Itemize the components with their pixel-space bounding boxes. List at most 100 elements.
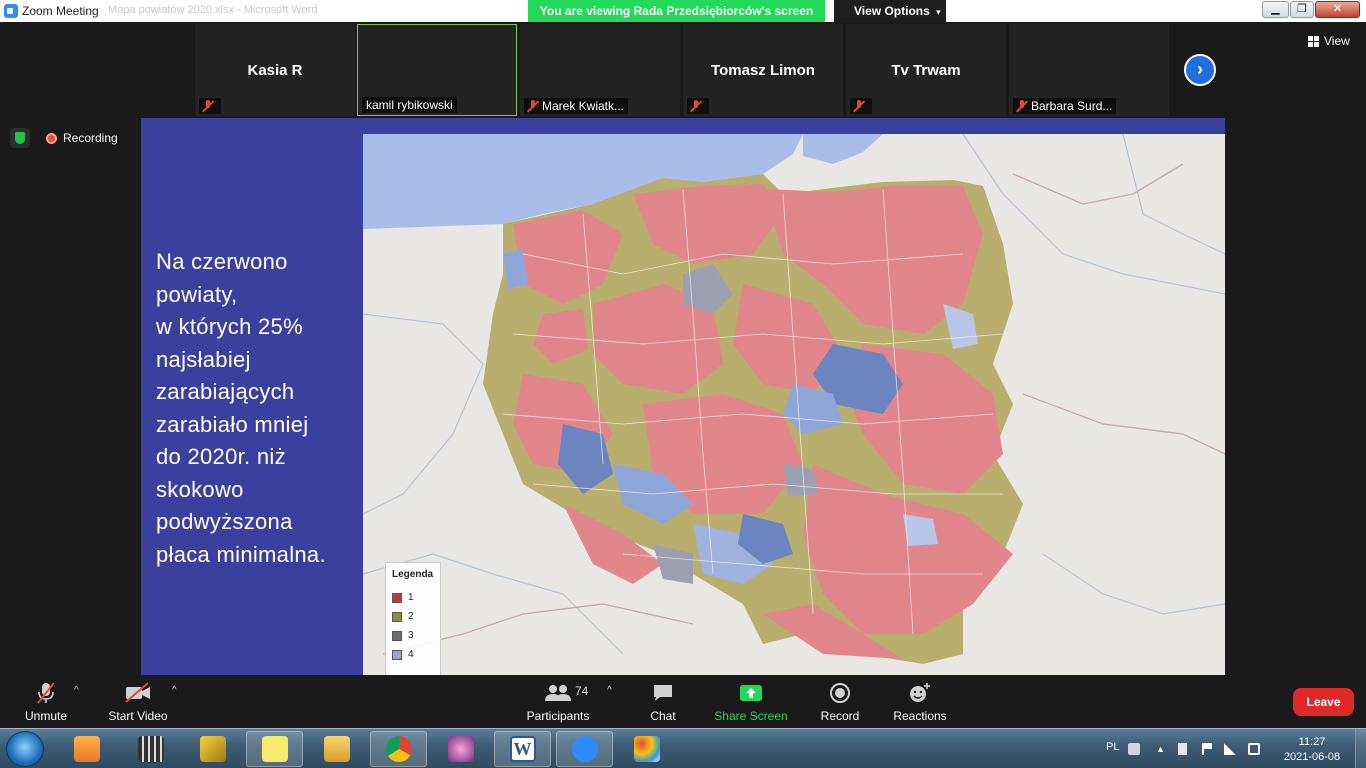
mic-muted-icon xyxy=(20,681,72,705)
participant-footer: kamil rybikowski xyxy=(362,97,457,113)
paint-palette-icon xyxy=(633,736,660,762)
participant-tile[interactable]: Barbara Surd... xyxy=(1009,24,1169,116)
action-center-flag-icon[interactable] xyxy=(1202,743,1212,755)
participant-name: Tv Trwam xyxy=(891,62,961,79)
media-player-icon xyxy=(73,736,100,762)
taskbar-sticky-notes[interactable] xyxy=(246,731,303,767)
reactions-smiley-icon xyxy=(892,681,948,705)
input-language-indicator[interactable]: PL xyxy=(1106,741,1119,753)
slide-text: Na czerwono powiaty, w których 25% najsł… xyxy=(156,249,326,567)
share-screen-icon xyxy=(714,681,788,705)
taskbar-chrome[interactable] xyxy=(370,731,427,767)
taskbar-file-explorer[interactable] xyxy=(308,731,365,767)
poland-county-map: Legenda 1 2 3 4 xyxy=(363,134,1225,675)
legend-item: 4 xyxy=(392,645,434,664)
legend-swatch xyxy=(392,630,402,641)
participants-count: 74 xyxy=(575,684,589,698)
legend-label: 1 xyxy=(408,592,414,603)
participant-footer: Barbara Surd... xyxy=(1013,98,1117,114)
view-layout-button[interactable]: View xyxy=(1308,34,1350,48)
show-desktop-button[interactable] xyxy=(1355,729,1366,768)
share-screen-label: Share Screen xyxy=(714,709,788,723)
system-clock[interactable]: 11:27 2021-06-08 xyxy=(1281,735,1343,765)
record-icon xyxy=(818,681,862,705)
mic-muted-icon xyxy=(1017,99,1027,113)
close-button[interactable]: ✕ xyxy=(1315,1,1360,18)
sticky-notes-icon xyxy=(261,736,288,762)
shared-screen: Na czerwono powiaty, w których 25% najsł… xyxy=(141,118,1225,675)
legend-label: 3 xyxy=(408,630,414,641)
grid-view-icon xyxy=(1308,35,1319,47)
zoom-logo-icon xyxy=(4,4,18,18)
map-legend: Legenda 1 2 3 4 xyxy=(385,562,441,675)
video-options-caret[interactable]: ^ xyxy=(172,685,177,696)
minimize-button[interactable]: ▁ xyxy=(1262,1,1289,18)
tray-expand-icon[interactable]: ▲ xyxy=(1156,743,1168,755)
taskbar-word[interactable]: W xyxy=(494,731,551,767)
reactions-button[interactable]: Reactions xyxy=(892,681,948,723)
participant-tile[interactable]: Tomasz Limon xyxy=(683,24,843,116)
folder-icon xyxy=(323,736,350,762)
start-video-button[interactable]: Start Video xyxy=(106,681,170,723)
legend-title: Legenda xyxy=(392,569,434,580)
chrome-icon xyxy=(385,736,412,762)
record-button[interactable]: Record xyxy=(818,681,862,723)
record-label: Record xyxy=(820,709,860,723)
usb-device-icon[interactable] xyxy=(1178,743,1187,755)
network-signal-icon[interactable] xyxy=(1224,743,1236,755)
leave-meeting-button[interactable]: Leave xyxy=(1293,688,1354,716)
participants-options-caret[interactable]: ^ xyxy=(607,685,612,696)
audio-options-caret[interactable]: ^ xyxy=(74,685,79,696)
taskbar-video-editor[interactable] xyxy=(122,731,179,767)
recording-indicator[interactable]: Recording xyxy=(38,128,126,148)
legend-item: 2 xyxy=(392,607,434,626)
chat-button[interactable]: Chat xyxy=(640,681,686,723)
taskbar-winamp[interactable] xyxy=(184,731,241,767)
view-layout-label: View xyxy=(1324,34,1350,48)
view-options-button[interactable]: View Options ▾ xyxy=(834,0,946,22)
participants-label: Participants xyxy=(526,709,590,723)
title-bar: Zoom Meeting Mapa powiatów 2020.xlsx - M… xyxy=(0,0,1366,22)
legend-item: 1 xyxy=(392,588,434,607)
recording-label: Recording xyxy=(63,131,118,145)
participant-tile-active-speaker[interactable]: kamil rybikowski xyxy=(357,24,517,116)
windows-taskbar: W PL ▲ 11:27 2021-06-08 xyxy=(0,728,1366,768)
participant-footer-name: Barbara Surd... xyxy=(1031,99,1113,113)
app-icon xyxy=(447,736,474,762)
taskbar-zoom[interactable] xyxy=(556,731,613,767)
keyboard-icon[interactable] xyxy=(1128,743,1140,755)
legend-label: 2 xyxy=(408,611,414,622)
taskbar-paint[interactable] xyxy=(618,731,675,767)
participant-tile[interactable]: Kasia R xyxy=(195,24,355,116)
clock-time: 11:27 xyxy=(1298,736,1326,748)
lightning-icon xyxy=(199,736,226,762)
participant-gallery: Kasia R kamil rybikowski Marek Kwiatk...… xyxy=(0,22,1366,118)
screen: Zoom Meeting Mapa powiatów 2020.xlsx - M… xyxy=(0,0,1366,768)
speaker-volume-icon[interactable] xyxy=(1248,743,1260,755)
chat-label: Chat xyxy=(650,709,676,723)
legend-label: 4 xyxy=(408,649,414,660)
meeting-controls-bar: Unmute ^ Start Video ^ Participants 74 ^… xyxy=(0,675,1366,728)
unmute-button[interactable]: Unmute xyxy=(20,681,72,723)
taskbar-media-player[interactable] xyxy=(58,731,115,767)
start-menu-button[interactable] xyxy=(6,731,44,767)
gallery-next-page-button[interactable]: › xyxy=(1184,54,1216,86)
word-icon: W xyxy=(509,736,536,762)
legend-item: 3 xyxy=(392,626,434,645)
view-options-label: View Options xyxy=(854,4,930,18)
taskbar-app-fish[interactable] xyxy=(432,731,489,767)
participant-tile[interactable]: Tv Trwam xyxy=(846,24,1006,116)
maximize-button[interactable]: ❐ xyxy=(1290,1,1314,18)
reactions-label: Reactions xyxy=(893,709,947,723)
participant-footer-name: kamil rybikowski xyxy=(366,98,453,112)
encryption-shield-icon[interactable] xyxy=(10,128,30,148)
participant-footer: Marek Kwiatk... xyxy=(524,98,629,114)
chevron-down-icon: ▾ xyxy=(936,7,941,17)
mic-muted-icon xyxy=(203,99,213,113)
participant-tile[interactable]: Marek Kwiatk... xyxy=(520,24,680,116)
share-screen-button[interactable]: Share Screen xyxy=(714,681,788,723)
unmute-label: Unmute xyxy=(24,709,68,723)
legend-swatch xyxy=(392,649,402,660)
clock-date: 2021-06-08 xyxy=(1283,751,1341,763)
participant-name: Tomasz Limon xyxy=(711,62,815,79)
